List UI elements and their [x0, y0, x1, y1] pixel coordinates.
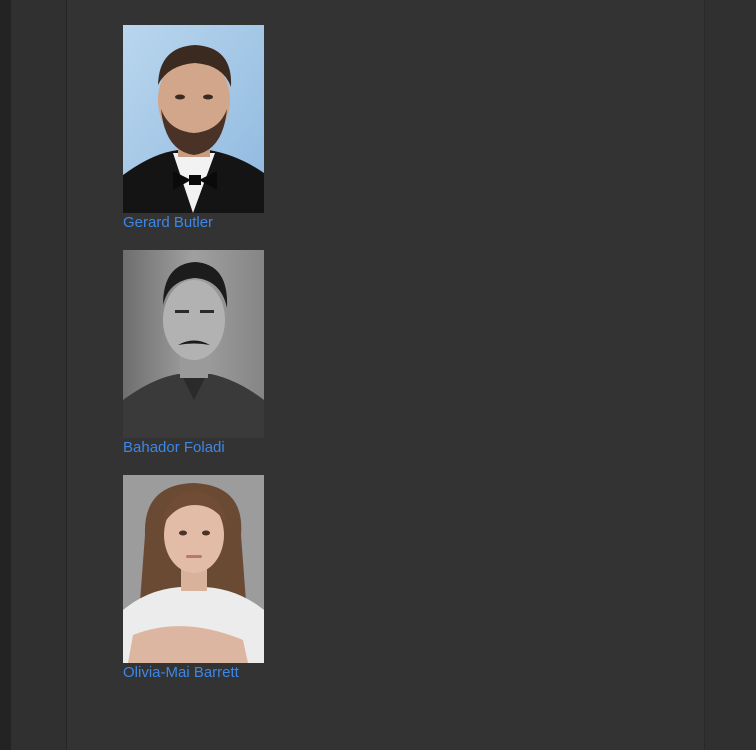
cast-photo	[123, 25, 264, 213]
cast-name-link[interactable]: Olivia-Mai Barrett	[123, 663, 323, 683]
cast-name-link[interactable]: Bahador Foladi	[123, 438, 323, 458]
cast-list: Gerard Butler Bahador Foladi Olivia-Mai …	[123, 25, 323, 700]
cast-photo	[123, 250, 264, 438]
left-gutter	[11, 0, 67, 750]
cast-name-link[interactable]: Gerard Butler	[123, 213, 323, 233]
cast-photo-link[interactable]	[123, 250, 264, 438]
cast-photo-link[interactable]	[123, 475, 264, 663]
page: Gerard Butler Bahador Foladi Olivia-Mai …	[0, 0, 756, 750]
cast-member: Gerard Butler	[123, 25, 323, 250]
right-gutter	[704, 0, 756, 750]
left-edge	[0, 0, 11, 750]
cast-member: Olivia-Mai Barrett	[123, 475, 323, 700]
cast-photo-link[interactable]	[123, 25, 264, 213]
cast-member: Bahador Foladi	[123, 250, 323, 475]
cast-photo	[123, 475, 264, 663]
